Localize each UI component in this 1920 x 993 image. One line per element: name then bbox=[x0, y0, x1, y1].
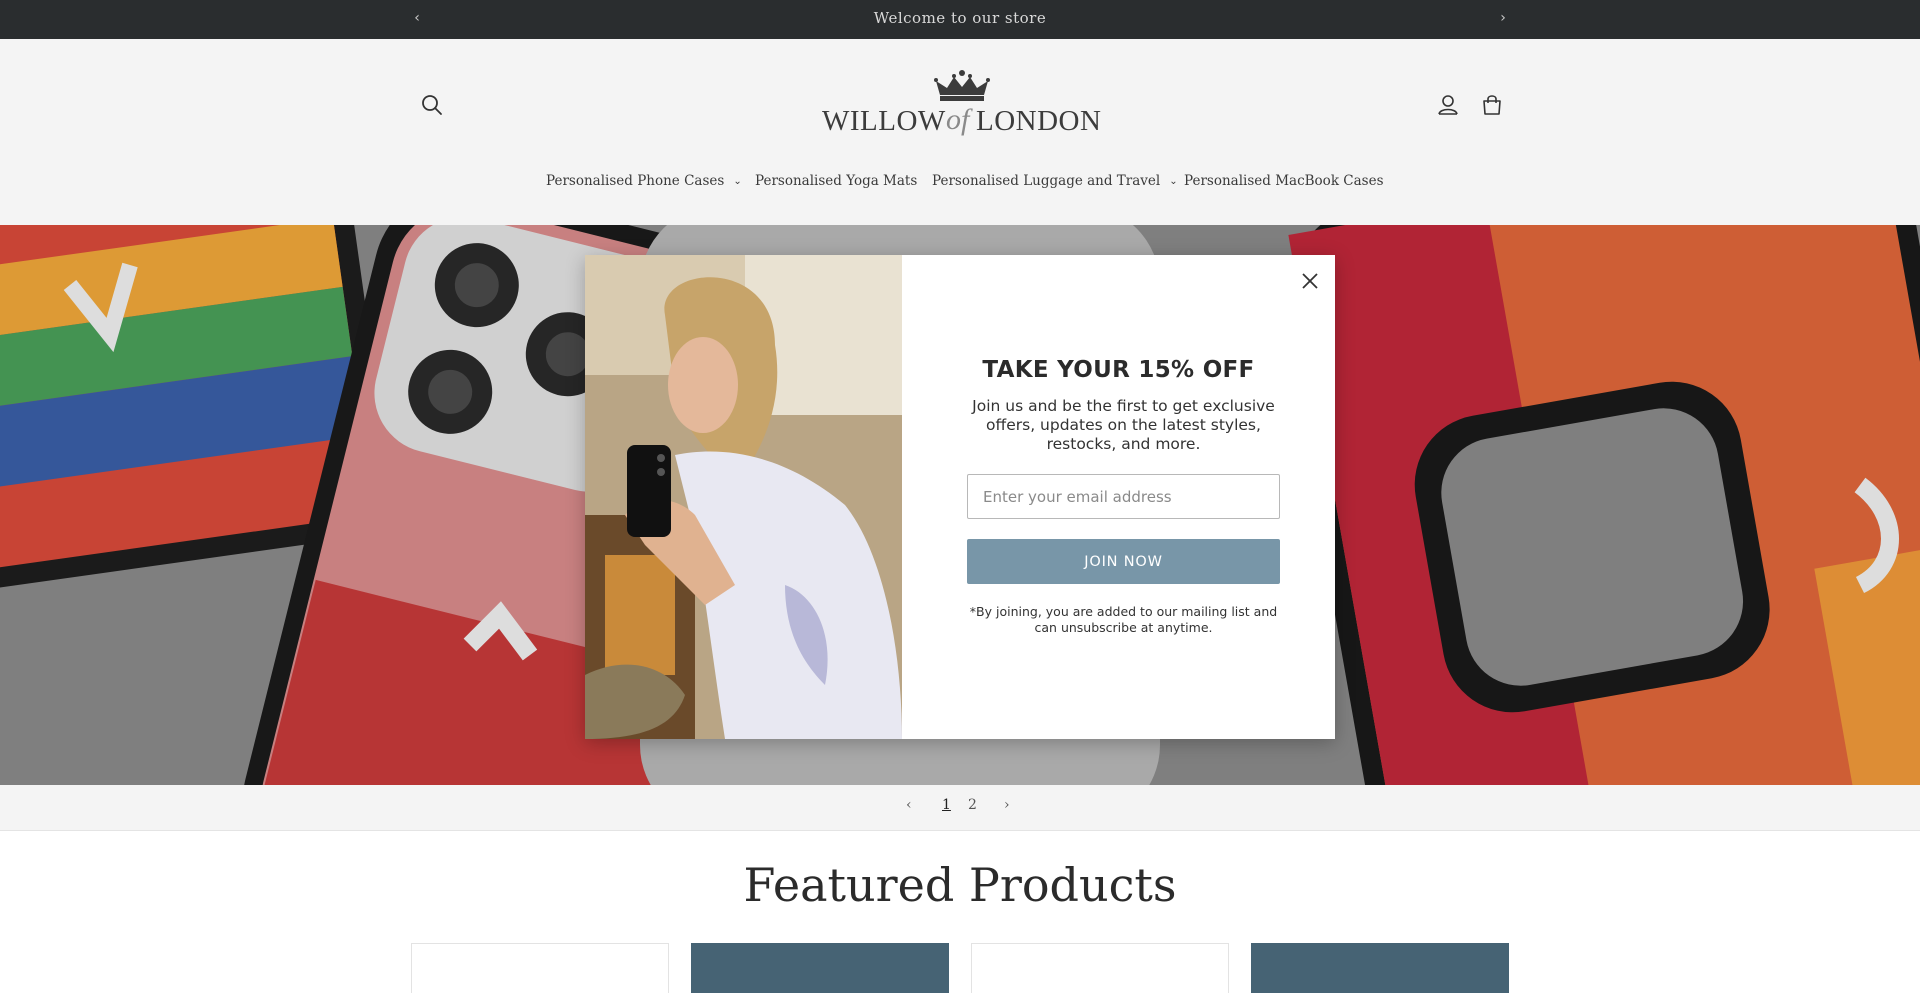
main-nav: Personalised Phone Cases ⌄ Personalised Y… bbox=[0, 173, 1920, 203]
join-now-button[interactable]: JOIN NOW bbox=[967, 539, 1280, 584]
email-input[interactable] bbox=[967, 474, 1280, 519]
nav-item-yoga-mats[interactable]: Personalised Yoga Mats bbox=[755, 173, 917, 189]
nav-item-macbook-cases[interactable]: Personalised MacBook Cases bbox=[1184, 173, 1384, 189]
nav-item-label: Personalised Yoga Mats bbox=[755, 173, 918, 189]
announcement-next-button[interactable]: › bbox=[1493, 8, 1513, 28]
slide-dot-2[interactable]: 2 bbox=[968, 797, 977, 813]
close-popup-button[interactable] bbox=[1297, 268, 1323, 294]
logo-word-right: LONDON bbox=[976, 105, 1102, 137]
product-card[interactable] bbox=[1251, 943, 1509, 993]
product-card[interactable] bbox=[411, 943, 669, 993]
popup-photo bbox=[585, 255, 902, 739]
product-card[interactable] bbox=[691, 943, 949, 993]
slideshow-controls: ‹ 1 2 › bbox=[0, 785, 1920, 831]
nav-item-phone-cases[interactable]: Personalised Phone Cases ⌄ bbox=[546, 173, 742, 189]
logo-word-left: WILLOW bbox=[822, 105, 946, 137]
close-icon bbox=[1302, 273, 1318, 289]
slide-dot-1[interactable]: 1 bbox=[942, 797, 951, 813]
nav-item-label: Personalised Phone Cases bbox=[546, 173, 725, 189]
logo-word-mid: of bbox=[946, 103, 970, 136]
featured-products-heading: Featured Products bbox=[743, 858, 1177, 912]
product-card[interactable] bbox=[971, 943, 1229, 993]
cart-icon[interactable] bbox=[1478, 91, 1506, 119]
search-icon[interactable] bbox=[418, 91, 446, 119]
popup-body-text: Join us and be the first to get exclusiv… bbox=[972, 397, 1275, 453]
announcement-message: Welcome to our store bbox=[873, 9, 1047, 27]
newsletter-popup: TAKE YOUR 15% OFF Join us and be the fir… bbox=[585, 255, 1335, 739]
site-header: WILLOW of LONDON Personalised Phone Case… bbox=[0, 39, 1920, 225]
nav-item-luggage-travel[interactable]: Personalised Luggage and Travel ⌄ bbox=[932, 173, 1178, 189]
popup-title: TAKE YOUR 15% OFF bbox=[982, 357, 1255, 383]
announcement-bar: ‹ Welcome to our store › bbox=[0, 0, 1920, 39]
chevron-down-icon: ⌄ bbox=[1169, 176, 1178, 187]
crown-icon bbox=[934, 70, 990, 101]
chevron-left-icon[interactable]: ‹ bbox=[906, 797, 912, 813]
popup-disclaimer: *By joining, you are added to our mailin… bbox=[969, 604, 1278, 635]
site-logo[interactable]: WILLOW of LONDON bbox=[820, 69, 1102, 149]
nav-item-label: Personalised MacBook Cases bbox=[1184, 173, 1384, 189]
account-icon[interactable] bbox=[1434, 91, 1462, 119]
chevron-right-icon[interactable]: › bbox=[1004, 797, 1010, 813]
nav-item-label: Personalised Luggage and Travel bbox=[932, 173, 1161, 189]
chevron-down-icon: ⌄ bbox=[733, 176, 742, 187]
